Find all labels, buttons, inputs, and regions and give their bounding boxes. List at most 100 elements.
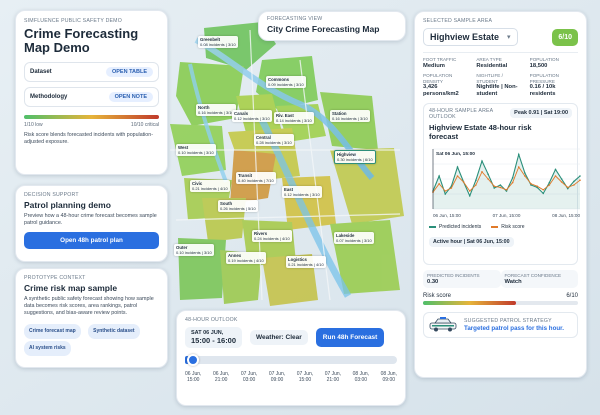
risk-score-point: [462, 181, 465, 183]
area-marker-canals[interactable]: Canals 0.12 incidents | 3/10: [232, 110, 272, 122]
area-marker-greenbelt[interactable]: Greenbelt 0.08 incidents | 3/10: [198, 36, 238, 48]
risk-score-point: [566, 186, 569, 189]
timeline-handle[interactable]: [187, 354, 200, 366]
area-stats: 0.16 incidents | 3/10: [332, 116, 368, 121]
area-marker-west[interactable]: West 0.10 incidents | 3/10: [176, 144, 216, 156]
stat-population-density: Population density 3,426 persons/km2: [423, 73, 471, 97]
risk-score-point: [511, 181, 514, 184]
forecast-confidence-block: Forecast confidence Watch: [500, 270, 578, 288]
methodology-row: Methodology OPEN NOTE: [24, 87, 159, 107]
predicted-point: [468, 195, 471, 197]
risk-score-fill: [423, 301, 516, 305]
stat-foot-traffic: Foot traffic Medium: [423, 57, 471, 69]
area-stats: 0.12 incidents | 3/10: [284, 192, 320, 197]
predicted-point: [493, 187, 496, 189]
area-marker-riv-east[interactable]: Riv. East 0.14 incidents | 3/10: [274, 112, 314, 124]
area-stats: 0.21 incidents | 4/10: [192, 186, 228, 191]
prototype-text: A synthetic public safety forecast showi…: [24, 296, 154, 316]
predicted-point: [487, 173, 489, 175]
prototype-title: Crime risk map sample: [24, 283, 118, 293]
active-hour-chip: Active hour | Sat 06 Jun, 15:00: [429, 237, 514, 247]
area-stats: 0.10 incidents | 3/10: [178, 150, 214, 155]
area-marker-commons[interactable]: Commons 0.09 incidents | 3/10: [266, 76, 306, 88]
area-marker-north[interactable]: North 0.16 incidents | 3/10: [196, 104, 236, 116]
timeline-tick: 08 Jun, 09:00: [380, 371, 397, 383]
timeline-tick: 07 Jun, 09:00: [268, 371, 286, 383]
area-stats: 0.14 incidents | 3/10: [276, 118, 312, 123]
risk-score-point: [505, 189, 508, 191]
area-stats: 0.07 incidents | 3/10: [336, 238, 372, 243]
stat-value: 0.16 / 10k residents: [529, 84, 556, 97]
risk-forecast-chart[interactable]: Sat 06 Jun, 15:00 06 Jun, 15:00 07 Jun, 15…: [429, 143, 584, 221]
risk-score-point: [530, 183, 532, 185]
stat-value: Residential: [476, 62, 508, 69]
area-stats: 0.21 incidents | 4/10: [288, 262, 324, 267]
map-title: City Crime Forecasting Map: [267, 24, 380, 34]
decision-support-card: Decision support Patrol planning demo Pr…: [15, 185, 168, 262]
area-marker-station[interactable]: Station 0.16 incidents | 3/10: [330, 110, 370, 122]
area-marker-central[interactable]: Central 0.28 incidents | 3/10: [254, 134, 294, 146]
tag-synthetic-dataset[interactable]: Synthetic dataset: [88, 324, 140, 339]
strategy-text: Targeted patrol pass for this hour.: [464, 325, 564, 332]
area-marker-east[interactable]: East 0.12 incidents | 3/10: [282, 186, 322, 198]
area-marker-highview[interactable]: Highview 0.30 incidents | 6/10: [334, 150, 376, 164]
tag-ai-system-risks[interactable]: AI system risks: [24, 341, 71, 356]
risk-legend-swatch: [491, 226, 499, 228]
risk-score-point: [475, 184, 477, 186]
forecast-view-card: Forecasting view City Crime Forecasting …: [258, 11, 406, 41]
area-stats: 0.19 incidents | 4/10: [228, 258, 264, 263]
timeline-tick: 07 Jun, 15:00: [296, 371, 314, 383]
selected-area-panel: Selected sample area Highview Estate ▾ 6…: [414, 11, 587, 378]
predicted-point: [511, 177, 514, 179]
risk-score-point: [524, 175, 526, 177]
chart-tooltip: Sat 06 Jun, 15:00: [436, 151, 475, 157]
area-stats: 0.12 incidents | 3/10: [234, 116, 270, 121]
area-select[interactable]: Highview Estate ▾: [423, 28, 518, 46]
area-marker-outer[interactable]: Outer 0.10 incidents | 3/10: [174, 244, 214, 256]
area-marker-civic[interactable]: Civic 0.21 incidents | 4/10: [190, 180, 230, 192]
risk-score-point: [456, 175, 459, 177]
risk-score-point: [450, 187, 453, 189]
demo-label: Simfluence public safety demo: [24, 18, 122, 24]
risk-score-point: [438, 183, 440, 185]
predicted-point: [573, 180, 575, 183]
risk-score-point: [493, 185, 496, 187]
risk-score-point: [579, 179, 581, 181]
area-stats: 0.24 incidents | 4/10: [254, 236, 290, 241]
stat-label: Population pressure: [529, 73, 559, 84]
tag-crime-forecast-map[interactable]: Crime forecast map: [24, 324, 81, 339]
predicted-point: [438, 175, 440, 177]
area-marker-transit[interactable]: Transit 0.40 incidents | 7/10: [236, 172, 276, 184]
outlook-chart-card: 48-hour sample area outlook Peak 0.91 | …: [423, 103, 581, 265]
risk-score-point: [468, 190, 471, 192]
patrol-strategy-block: Suggested patrol strategy Targeted patro…: [423, 312, 578, 338]
area-marker-annex[interactable]: Annex 0.19 incidents | 4/10: [226, 252, 266, 264]
predicted-point: [554, 168, 557, 171]
confidence-value: Watch: [504, 278, 522, 285]
predicted-point: [444, 193, 447, 195]
risk-score-value: 6/10: [566, 293, 578, 299]
x-tick-label: 08 Jun, 15:00: [552, 213, 580, 218]
risk-score-bar: [423, 301, 578, 305]
predicted-point: [456, 166, 459, 168]
timeline-ticks: 06 Jun, 15:00 06 Jun, 21:00 07 Jun, 03:00 07 J…: [185, 371, 397, 383]
area-stats: 0.08 incidents | 3/10: [200, 42, 236, 47]
legend-risk: Risk score: [501, 224, 525, 230]
predicted-value: 0.30: [427, 278, 439, 285]
area-marker-rivers[interactable]: Rivers 0.24 incidents | 4/10: [252, 230, 292, 242]
area-marker-lakeside[interactable]: Lakeside 0.07 incidents | 3/10: [334, 232, 374, 244]
risk-scale-bar: [24, 115, 159, 119]
area-marker-logistics[interactable]: Logistics 0.21 incidents | 4/10: [286, 256, 326, 268]
risk-score-point: [444, 190, 447, 192]
timeline-slider[interactable]: [185, 354, 397, 366]
decision-title: Patrol planning demo: [24, 200, 111, 210]
run-forecast-button[interactable]: Run 48h Forecast: [315, 328, 385, 347]
open-patrol-plan-button[interactable]: Open 48h patrol plan: [24, 232, 159, 249]
open-table-button[interactable]: OPEN TABLE: [105, 67, 153, 77]
open-note-button[interactable]: OPEN NOTE: [108, 92, 153, 102]
risk-score-point: [548, 184, 551, 186]
predicted-point: [517, 153, 520, 156]
predicted-point: [499, 184, 502, 186]
area-marker-south[interactable]: South 0.26 incidents | 5/10: [218, 200, 258, 212]
stat-population-pressure: Population pressure 0.16 / 10k residents: [530, 73, 578, 97]
